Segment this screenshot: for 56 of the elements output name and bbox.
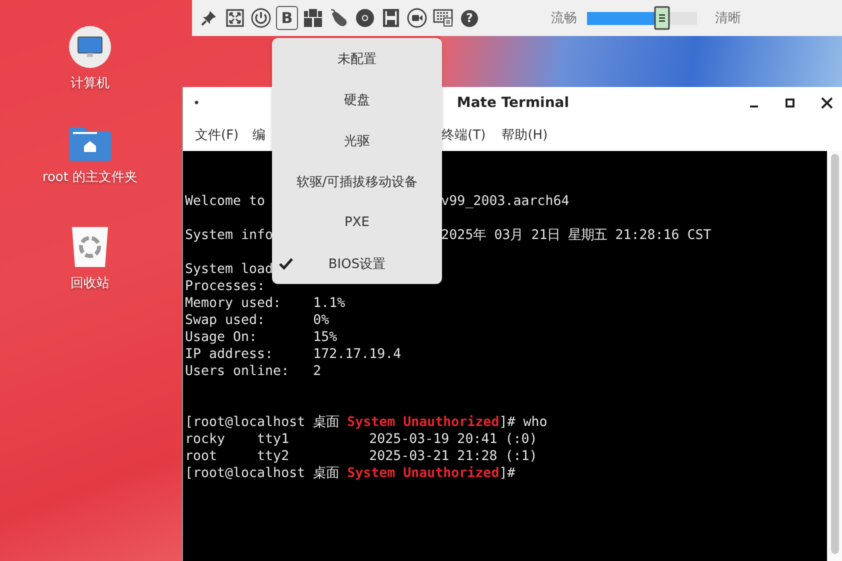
desktop-icon-label[interactable]: 回收站 (70, 274, 110, 292)
video-camera-icon (407, 8, 427, 28)
terminal-text: IP address: 172.17.19.4 (185, 347, 402, 362)
slider-handle[interactable] (654, 6, 670, 30)
terminal-text: Welcome to (185, 194, 266, 209)
trash-icon[interactable] (71, 226, 109, 268)
mouse-icon (329, 8, 349, 28)
terminal-text: Processes: (185, 279, 266, 294)
slider-label: 流畅 (551, 10, 577, 27)
keyboard-icon (433, 9, 453, 27)
terminal-text: root tty2 2025-03-21 21:28 (:1) (185, 449, 538, 464)
terminal-text: 2025年 03月 21日 星期五 21:28:16 CST (441, 227, 712, 244)
power-icon (251, 8, 271, 28)
terminal-prompt: [root@localhost 桌面 System Unauthorized]# who (185, 415, 548, 430)
boot-menu-item[interactable]: 光驱 (272, 120, 442, 161)
blocks-icon (303, 8, 323, 28)
desktop-icon-label[interactable]: 计算机 (70, 74, 110, 92)
pin-icon (201, 10, 217, 26)
terminal-text: System load (185, 262, 274, 277)
help-button[interactable]: ? (461, 10, 478, 26)
terminal-text: System info (185, 228, 274, 243)
terminal-text: Usage On: 15% (185, 330, 338, 345)
boot-menu-item[interactable]: PXE (272, 202, 442, 243)
terminal-prompt: [root@localhost 桌面 System Unauthorized]# (185, 466, 516, 481)
boot-menu-item[interactable]: 未配置 (272, 38, 442, 79)
toolbar-button[interactable] (406, 6, 428, 30)
toolbar-button[interactable] (380, 6, 402, 30)
boot-device-button[interactable]: B (276, 6, 298, 30)
menu-item[interactable]: 帮助(H) (502, 126, 548, 144)
toolbar-button[interactable] (224, 6, 246, 30)
toolbar-button[interactable] (354, 6, 376, 30)
computer-icon[interactable] (69, 26, 111, 68)
menu-item[interactable]: 终端(T) (442, 126, 486, 144)
terminal-text: v99_2003.aarch64 (441, 193, 570, 210)
terminal-text: Swap used: 0% (185, 313, 330, 328)
window-menu-dot[interactable]: • (193, 96, 200, 110)
fullscreen-icon (226, 9, 244, 27)
boot-menu-item[interactable]: 硬盘 (272, 79, 442, 120)
scrollbar-thumb[interactable] (831, 154, 839, 554)
home-folder-icon[interactable] (66, 126, 113, 162)
disc-icon (355, 8, 375, 28)
boot-menu-item[interactable]: BIOS设置 (272, 243, 442, 284)
maximize-icon[interactable] (785, 98, 795, 108)
menu-item[interactable]: 文件(F) (195, 126, 239, 144)
menu-item[interactable]: 编 (252, 126, 266, 144)
slider-label: 清晰 (715, 10, 741, 27)
desktop-icon-label[interactable]: root 的主文件夹 (42, 168, 138, 186)
window-title: Mate Terminal (456, 94, 570, 110)
toolbar-button[interactable] (250, 6, 272, 30)
floppy-icon (383, 9, 399, 27)
terminal-text: Users online: 2 (185, 364, 322, 379)
terminal-text: rocky tty1 2025-03-19 20:41 (:0) (185, 432, 538, 447)
close-icon[interactable] (821, 96, 833, 108)
toolbar-button[interactable] (302, 6, 324, 30)
boot-menu-item[interactable]: 软驱/可插拔移动设备 (272, 161, 442, 202)
terminal-text: Memory used: 1.1% (185, 296, 346, 311)
